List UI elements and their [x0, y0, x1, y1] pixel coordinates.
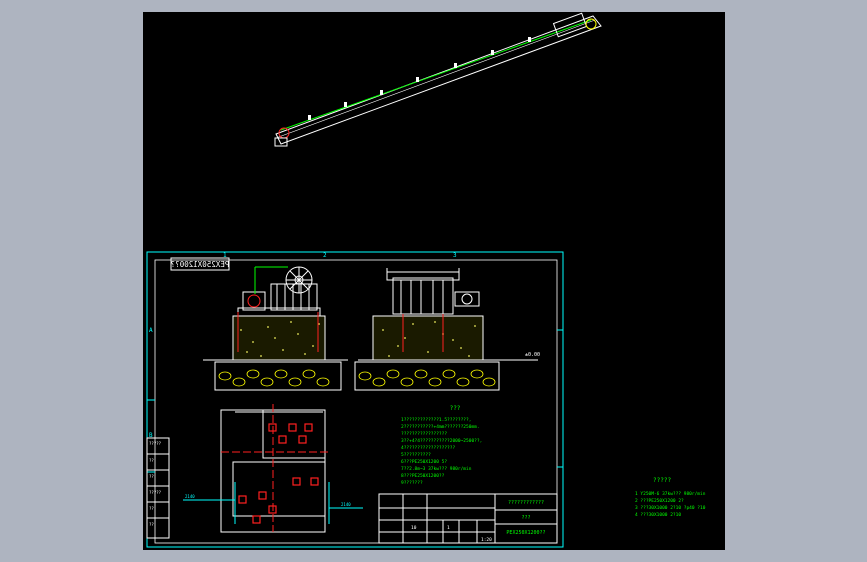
title-block-subtitle: ???: [521, 515, 530, 521]
crusher-elevation-left: [203, 266, 348, 361]
notes-line: 8???PE250X1200??: [401, 473, 445, 479]
revision-label: ?????: [149, 490, 162, 495]
title-block-cell: 10: [411, 525, 417, 531]
notes-line: 5??????????: [401, 452, 431, 458]
title-block-cell: 1:20: [481, 537, 492, 543]
cad-drawing: 1 2 3 A B PEX250X1200?? ±0.00 2140 2140 …: [146, 12, 706, 548]
equipment-legend: ????? 1 Y250M-6 37kw??? 980r/min 2 ???PE…: [635, 477, 706, 518]
drawing-frame: [146, 251, 564, 548]
revision-label: ??: [149, 458, 154, 463]
technical-notes: ??? 1?????????????1.5????????, 2????????…: [401, 405, 482, 486]
crusher-elevation-right: ±0.00: [358, 268, 540, 361]
cad-viewport[interactable]: 1 2 3 A B PEX250X1200?? ±0.00 2140 2140 …: [143, 12, 725, 550]
stamp-code: PEX250X1200??: [171, 260, 230, 269]
stamp-box: PEX250X1200??: [170, 257, 230, 271]
ground-label: ±0.00: [525, 352, 540, 358]
conveyor-idlers: [308, 37, 531, 120]
grid-label-side-a: A: [149, 327, 153, 334]
notes-line: 6???PE250X1200 5?: [401, 459, 447, 465]
dim-left-label: 2140: [185, 494, 195, 499]
grid-label-top-3: 3: [453, 252, 457, 259]
notes-line: 7??2.8m~3 37kw??? 980r/min: [401, 466, 472, 472]
notes-line: 4???????????????????: [401, 445, 455, 451]
legend-heading: ?????: [653, 477, 671, 484]
legend-item: 4 ???30X1000 2?10: [635, 512, 681, 518]
notes-line: 2???????????+4mm???????250mm.: [401, 424, 480, 430]
belt-conveyor: [274, 12, 602, 147]
title-block-drawing-number: PEX250X1200??: [506, 530, 545, 536]
footing-strip: [214, 361, 500, 391]
legend-item: 3 ???30X1000 2?10 ?p40 ?10: [635, 505, 706, 511]
revision-label: ??: [149, 506, 154, 511]
notes-heading: ???: [450, 405, 461, 412]
plan-view: 2140 2140: [183, 404, 363, 533]
notes-line: 3??+4?4???????????2000~2500??,: [401, 438, 482, 444]
revision-label: ?????: [149, 441, 162, 446]
dim-right-label: 2140: [341, 502, 351, 507]
revision-label: ??: [149, 522, 154, 527]
legend-item: 1 Y250M-6 37kw??? 980r/min: [635, 491, 706, 497]
title-block-title: ????????????: [508, 500, 544, 506]
grid-label-top-2: 2: [323, 252, 327, 259]
notes-line: 1?????????????1.5????????,: [401, 417, 471, 423]
notes-line: ?????????????????: [401, 431, 447, 437]
title-block-cell: 1: [447, 525, 450, 531]
legend-item: 2 ???PE250X1200 2?: [635, 498, 684, 504]
revision-label: ??: [149, 474, 154, 479]
notes-line: 9???????: [401, 480, 423, 486]
